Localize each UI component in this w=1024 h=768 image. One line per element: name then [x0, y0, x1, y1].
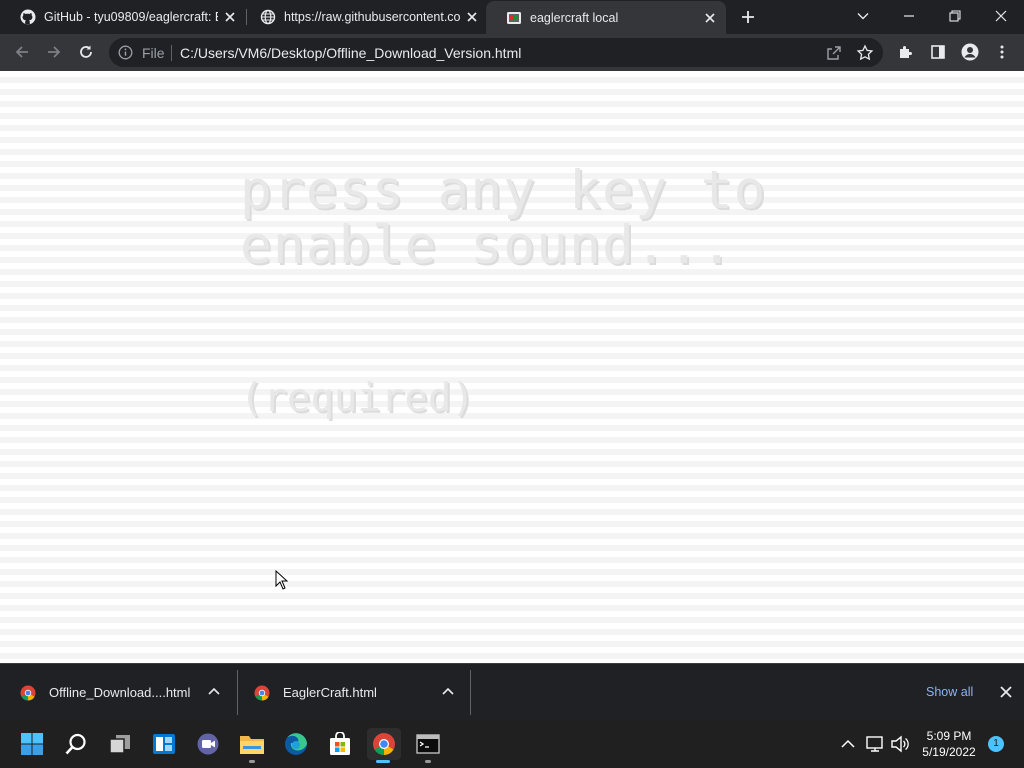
download-filename: Offline_Download....html	[49, 685, 191, 700]
windows-logo-icon	[21, 733, 43, 755]
clock-time: 5:09 PM	[926, 729, 972, 743]
close-window-button[interactable]	[978, 0, 1024, 32]
arrow-left-icon	[15, 46, 28, 58]
chevron-up-icon[interactable]	[206, 684, 222, 700]
chevron-up-icon[interactable]	[440, 684, 456, 700]
download-filename: EaglerCraft.html	[283, 685, 377, 700]
task-view-icon	[109, 735, 130, 754]
restore-button[interactable]	[932, 0, 978, 32]
clock-date: 5/19/2022	[922, 745, 976, 759]
chevron-up-icon[interactable]	[838, 734, 858, 754]
search-icon	[65, 733, 86, 755]
plus-icon	[742, 11, 754, 23]
info-icon[interactable]	[118, 45, 133, 60]
terminal-icon	[416, 734, 440, 754]
download-shelf: Offline_Download....html EaglerCraft.htm…	[0, 663, 1024, 720]
prompt-line-2: enable sound...	[240, 215, 734, 276]
search-button[interactable]	[60, 728, 92, 760]
forward-button[interactable]	[42, 40, 66, 64]
terminal-button[interactable]	[412, 728, 444, 763]
file-explorer-button[interactable]	[236, 728, 268, 763]
github-icon	[20, 9, 36, 25]
start-button[interactable]	[16, 728, 48, 760]
shelf-divider	[470, 670, 471, 715]
tab-strip: GitHub - tyu09809/eaglercraft: Ea https:…	[0, 0, 1024, 34]
scheme-label: File	[142, 45, 165, 61]
notification-badge[interactable]: 1	[988, 736, 1004, 752]
shelf-divider	[237, 670, 238, 715]
chrome-icon	[373, 733, 395, 755]
new-tab-button[interactable]	[738, 7, 758, 27]
side-panel-button[interactable]	[926, 40, 950, 64]
edge-button[interactable]	[280, 728, 312, 760]
download-item[interactable]: Offline_Download....html	[20, 664, 234, 721]
url-text[interactable]: C:/Users/VM6/Desktop/Offline_Download_Ve…	[180, 45, 521, 61]
chrome-taskbar-button[interactable]	[367, 728, 401, 763]
close-icon	[995, 10, 1007, 22]
network-icon[interactable]	[865, 734, 885, 754]
widgets-icon	[153, 734, 175, 754]
omnibox-divider	[171, 45, 172, 61]
page-viewport[interactable]: press any key to enable sound... (requir…	[0, 71, 1024, 663]
side-panel-icon	[931, 45, 945, 59]
download-item[interactable]: EaglerCraft.html	[254, 664, 468, 721]
active-indicator	[376, 760, 390, 763]
volume-icon[interactable]	[890, 734, 910, 754]
required-note: (required)	[240, 376, 475, 421]
menu-button[interactable]	[990, 40, 1014, 64]
tab-close-icon[interactable]	[222, 9, 238, 25]
eaglercraft-icon	[507, 11, 521, 24]
tab-title: https://raw.githubusercontent.co	[284, 10, 460, 24]
bookmark-star-icon[interactable]	[856, 44, 874, 62]
folder-icon	[240, 736, 264, 754]
arrow-right-icon	[48, 46, 61, 58]
chrome-icon	[254, 685, 270, 701]
store-button[interactable]	[324, 728, 356, 760]
edge-browser-icon	[285, 733, 307, 755]
widgets-button[interactable]	[148, 728, 180, 760]
tab-search-button[interactable]	[840, 0, 886, 32]
teams-chat-button[interactable]	[192, 728, 224, 760]
profile-avatar-icon	[961, 43, 979, 61]
share-icon[interactable]	[825, 44, 843, 62]
tab-close-icon[interactable]	[702, 10, 718, 26]
profile-button[interactable]	[958, 40, 982, 64]
tab-eaglercraft-local[interactable]: eaglercraft local	[486, 1, 726, 34]
windows-taskbar: 5:09 PM 5/19/2022	[0, 720, 1024, 768]
minimize-icon	[904, 15, 914, 17]
prompt-line-1: press any key to	[240, 160, 767, 221]
browser-toolbar: File C:/Users/VM6/Desktop/Offline_Downlo…	[0, 34, 1024, 71]
extensions-button[interactable]	[894, 40, 918, 64]
reload-icon	[80, 45, 92, 58]
minimize-button[interactable]	[886, 0, 932, 32]
tab-raw-github[interactable]: https://raw.githubusercontent.co	[240, 0, 488, 34]
tab-github[interactable]: GitHub - tyu09809/eaglercraft: Ea	[0, 0, 246, 34]
globe-icon	[260, 9, 276, 25]
chat-video-icon	[197, 733, 219, 755]
tab-title: eaglercraft local	[530, 10, 619, 25]
running-indicator	[249, 760, 255, 763]
chevron-down-icon	[857, 13, 869, 20]
tab-close-icon[interactable]	[464, 9, 480, 25]
store-bag-icon	[330, 732, 350, 755]
kebab-menu-icon	[1000, 45, 1004, 59]
show-all-button[interactable]: Show all	[916, 683, 983, 701]
address-bar[interactable]: File C:/Users/VM6/Desktop/Offline_Downlo…	[109, 38, 883, 67]
restore-icon	[949, 10, 961, 22]
close-icon[interactable]	[998, 684, 1014, 700]
enable-sound-prompt: press any key to enable sound...	[240, 163, 767, 273]
puzzle-piece-icon	[900, 46, 912, 58]
running-indicator	[425, 760, 431, 763]
tab-title: GitHub - tyu09809/eaglercraft: Ea	[44, 10, 218, 24]
clock[interactable]: 5:09 PM 5/19/2022	[914, 728, 984, 760]
chrome-icon	[20, 685, 36, 701]
task-view-button[interactable]	[104, 728, 136, 760]
back-button[interactable]	[10, 40, 34, 64]
mouse-cursor-icon	[275, 570, 288, 590]
reload-button[interactable]	[74, 40, 98, 64]
